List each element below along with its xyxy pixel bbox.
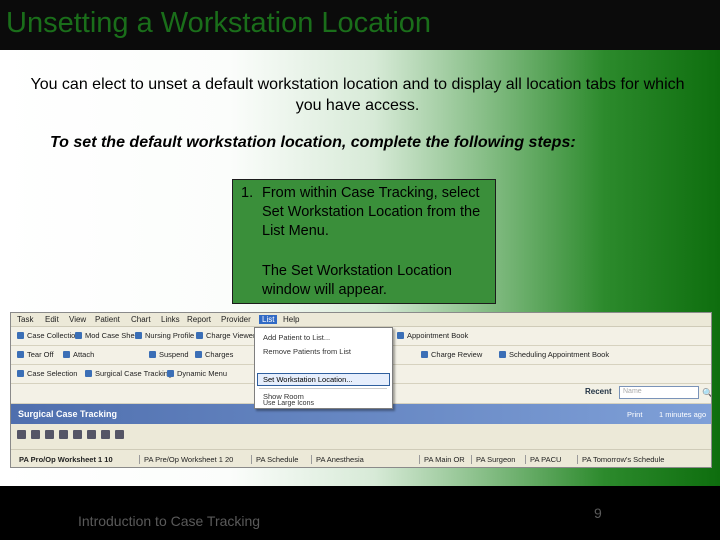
tab-pa-pacu[interactable]: PA PACU	[525, 455, 561, 464]
menu-help[interactable]: Help	[283, 315, 299, 324]
last-refresh-label: 1 minutes ago	[659, 410, 707, 419]
menu-chart[interactable]: Chart	[131, 315, 151, 324]
step-number: 1.	[241, 185, 254, 201]
menu-edit[interactable]: Edit	[45, 315, 59, 324]
settings-icon[interactable]	[115, 430, 124, 439]
menu-item-add-patient[interactable]: Add Patient to List...	[263, 333, 330, 342]
title-bar: Unsetting a Workstation Location	[0, 0, 720, 50]
lock-icon[interactable]	[101, 430, 110, 439]
toolbar-tear-off[interactable]: Tear Off	[17, 350, 54, 359]
menu-divider	[259, 388, 387, 389]
patient-icon[interactable]	[17, 430, 26, 439]
tab-pa-main-or[interactable]: PA Main OR	[419, 455, 465, 464]
toolbar-dynamic-menu[interactable]: Dynamic Menu	[167, 369, 227, 378]
tab-pa-preop-worksheet-110[interactable]: PA Pro/Op Worksheet 1 10	[15, 455, 113, 464]
menu-task[interactable]: Task	[17, 315, 33, 324]
print-icon[interactable]	[87, 430, 96, 439]
tab-pa-tomorrows-schedule[interactable]: PA Tomorrow's Schedule	[577, 455, 664, 464]
menu-bar: Task Edit View Patient Chart Links Repor…	[11, 313, 711, 327]
toolbar-attach[interactable]: Attach	[63, 350, 94, 359]
step-text: From within Case Tracking, select Set Wo…	[262, 185, 481, 239]
list-menu-dropdown: Add Patient to List... Remove Patients f…	[254, 327, 393, 409]
forward-icon[interactable]	[59, 430, 68, 439]
scrollbar[interactable]	[711, 333, 712, 403]
menu-item-remove-patients[interactable]: Remove Patients from List	[263, 347, 351, 356]
location-tabs: PA Pro/Op Worksheet 1 10 PA Pre/Op Works…	[11, 449, 711, 467]
tab-pa-schedule[interactable]: PA Schedule	[251, 455, 298, 464]
toolbar-case-collection[interactable]: Case Collection	[17, 331, 80, 340]
toolbar-charges[interactable]: Charges	[195, 350, 233, 359]
toolbar-surgical-case-tracking[interactable]: Surgical Case Tracking	[85, 369, 172, 378]
toolbar-case-selection[interactable]: Case Selection	[17, 369, 77, 378]
tab-pa-surgeon[interactable]: PA Surgeon	[471, 455, 515, 464]
slide-title: Unsetting a Workstation Location	[6, 7, 432, 39]
back-icon[interactable]	[45, 430, 54, 439]
tab-pa-anesthesia[interactable]: PA Anesthesia	[311, 455, 364, 464]
tab-pa-preop-worksheet-120[interactable]: PA Pre/Op Worksheet 1 20	[139, 455, 233, 464]
toolbar-charge-viewer[interactable]: Charge Viewer	[196, 331, 255, 340]
print-button[interactable]: Print	[627, 410, 642, 419]
slide-body: You can elect to unset a default worksta…	[0, 50, 720, 486]
steps-heading: To set the default workstation location,…	[50, 134, 576, 151]
menu-provider[interactable]: Provider	[221, 315, 251, 324]
list-icon[interactable]	[31, 430, 40, 439]
toolbar-charge-review[interactable]: Charge Review	[421, 350, 482, 359]
toolbar-appointment-book[interactable]: Appointment Book	[397, 331, 468, 340]
toolbar-mod-case-sheet[interactable]: Mod Case Sheet	[75, 331, 141, 340]
menu-patient[interactable]: Patient	[95, 315, 120, 324]
menu-list[interactable]: List	[259, 315, 278, 324]
recent-dropdown[interactable]: Recent	[585, 387, 612, 396]
section-title: Surgical Case Tracking	[18, 409, 118, 419]
menu-report[interactable]: Report	[187, 315, 211, 324]
menu-item-set-workstation-location[interactable]: Set Workstation Location...	[263, 375, 353, 384]
app-screenshot: Task Edit View Patient Chart Links Repor…	[10, 312, 712, 468]
name-search-input[interactable]: Name	[619, 386, 699, 399]
toolbar-suspend[interactable]: Suspend	[149, 350, 189, 359]
toolbar-scheduling-appointment-book[interactable]: Scheduling Appointment Book	[499, 350, 609, 359]
menu-links[interactable]: Links	[161, 315, 180, 324]
page-number: 9	[594, 505, 602, 521]
step-callout: 1. From within Case Tracking, select Set…	[232, 179, 496, 304]
step-result-text: The Set Workstation Location window will…	[262, 263, 452, 298]
menu-view[interactable]: View	[69, 315, 86, 324]
menu-item-use-large-icons[interactable]: Use Large Icons	[263, 400, 314, 407]
intro-text: You can elect to unset a default worksta…	[30, 76, 685, 114]
icon-toolbar	[11, 424, 711, 446]
refresh-icon[interactable]	[73, 430, 82, 439]
toolbar-nursing-profile[interactable]: Nursing Profile	[135, 331, 194, 340]
footer-text: Introduction to Case Tracking	[78, 513, 261, 529]
